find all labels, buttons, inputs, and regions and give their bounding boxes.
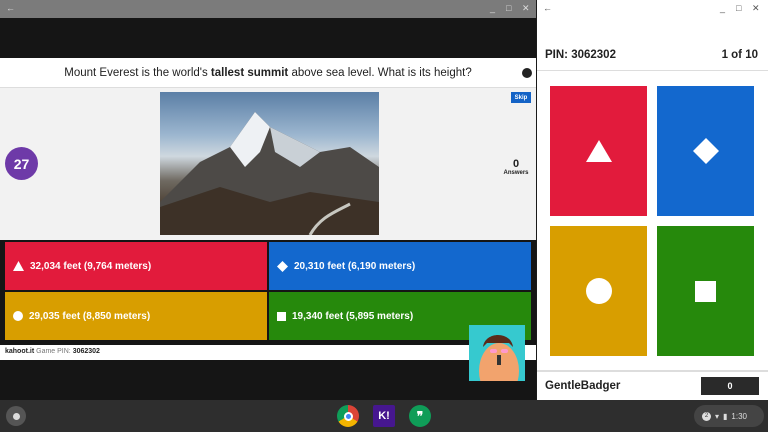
kahoot-icon[interactable]: K! [373,405,395,427]
square-icon [695,280,716,302]
skip-button[interactable]: Skip [511,92,531,103]
circle-icon [585,278,612,304]
circle-icon [13,311,23,321]
title-bar: ← _ □ ✕ [0,0,536,18]
fullscreen-icon[interactable] [522,68,532,78]
site-label: kahoot.it [5,348,35,355]
mountain-illustration [160,112,379,235]
answer-circle[interactable]: 29,035 feet (8,850 meters) [5,292,267,340]
game-pin: 3062302 [72,348,100,355]
diamond-icon [692,138,719,164]
close-icon[interactable]: ✕ [752,3,760,14]
answer-text: 29,035 feet (8,850 meters) [29,310,151,322]
answers-count: 0 [512,158,520,170]
answer-text: 19,340 feet (5,895 meters) [292,310,414,322]
player-nickname: GentleBadger [545,380,621,392]
notification-count: 2 [702,411,711,421]
system-tray[interactable]: 2 ▾ ▮ 1:30 [694,405,764,427]
tile-diamond[interactable] [657,86,754,216]
launcher-button[interactable] [6,406,26,426]
answer-text: 32,034 feet (9,764 meters) [30,260,152,272]
game-footer: kahoot.it Game PIN: 3062302 [0,345,536,360]
battery-icon: ▮ [723,411,728,421]
back-arrow-icon[interactable]: ← [6,3,15,13]
tile-circle[interactable] [550,226,647,356]
maximize-icon[interactable]: □ [506,3,511,13]
maximize-icon[interactable]: □ [736,3,741,13]
diamond-icon [277,260,288,272]
close-icon[interactable]: ✕ [522,3,530,14]
tile-square[interactable] [657,226,754,356]
tile-triangle[interactable] [550,86,647,216]
minimize-icon[interactable]: _ [490,3,495,13]
back-arrow-icon[interactable]: ← [543,3,552,13]
clock: 1:30 [731,411,747,421]
question-progress: 1 of 10 [721,49,758,61]
player-window: ← _ □ ✕ PIN: 3062302 1 of 10 GentleBadge… [537,0,768,400]
triangle-icon [585,140,612,162]
timer-badge: 27 [5,147,38,180]
webcam-avatar [469,325,525,381]
answer-diamond[interactable]: 20,310 feet (6,190 meters) [269,242,531,290]
divider [537,370,768,372]
score-box: 0 [701,377,759,395]
answers-counter: 0 Answers [498,158,534,176]
pin-display: PIN: 3062302 [545,49,616,61]
answers-label: Answers [503,170,529,176]
host-window: ← _ □ ✕ Mount Everest is the world's tal… [0,0,536,400]
question-bar: Mount Everest is the world's tallest sum… [0,58,536,88]
divider [537,70,768,71]
wifi-icon: ▾ [715,411,720,421]
pin-label: Game PIN: [36,348,71,355]
minimize-icon[interactable]: _ [720,3,725,13]
question-text: Mount Everest is the world's tallest sum… [64,66,472,79]
hangouts-icon[interactable]: ❞ [409,405,431,427]
triangle-icon [13,261,24,271]
chrome-icon[interactable] [337,405,359,427]
square-icon [277,311,286,321]
answer-text: 20,310 feet (6,190 meters) [294,260,416,272]
answer-triangle[interactable]: 32,034 feet (9,764 meters) [5,242,267,290]
